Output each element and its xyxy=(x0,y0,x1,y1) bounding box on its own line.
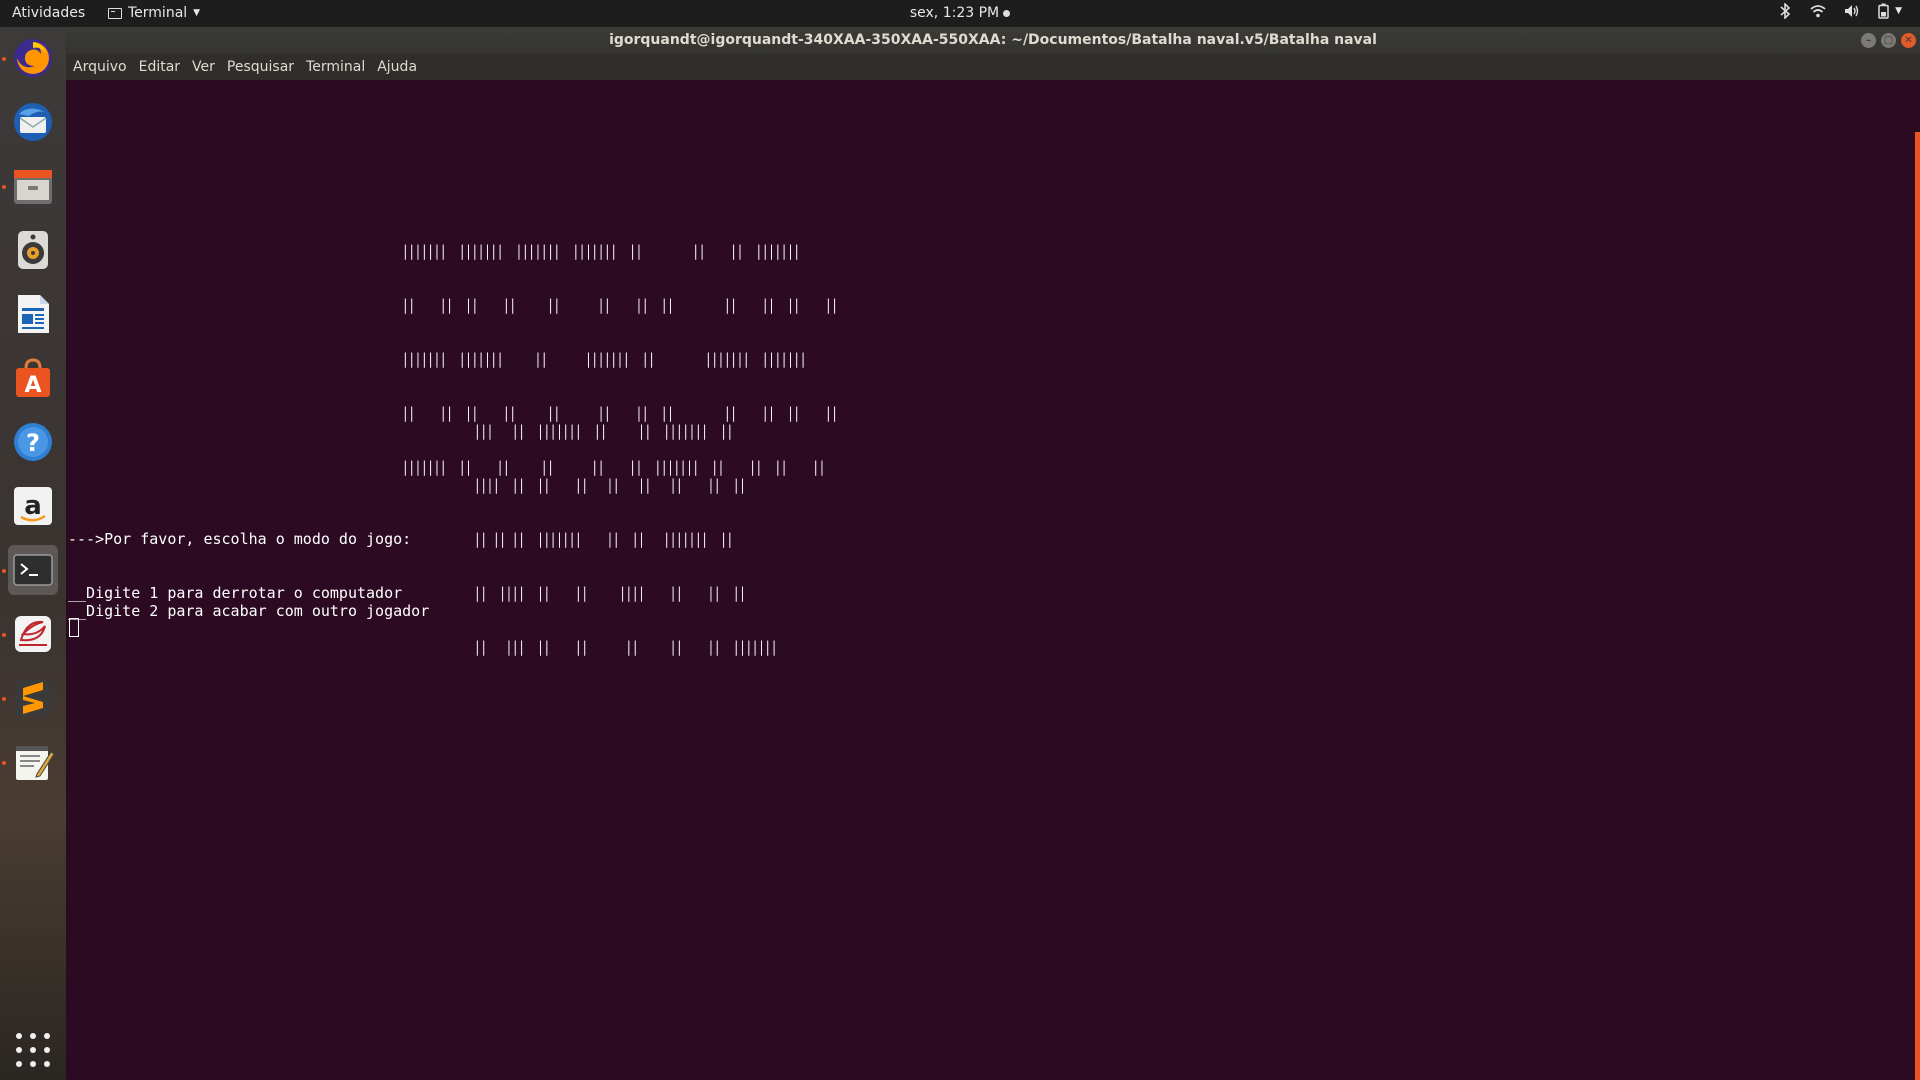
running-indicator xyxy=(2,185,6,189)
dock-item-amazon[interactable]: a xyxy=(8,481,58,531)
show-applications-icon[interactable] xyxy=(14,1031,52,1069)
svg-text:A: A xyxy=(24,373,41,398)
banner-line: || || || || || || || || || || || || xyxy=(402,296,838,314)
dock-item-document-viewer[interactable] xyxy=(8,609,58,659)
chevron-down-icon: ▼ xyxy=(193,8,201,18)
dock-item-writer[interactable] xyxy=(8,289,58,339)
app-menu[interactable]: Terminal ▼ xyxy=(108,5,200,21)
running-indicator xyxy=(2,697,6,701)
software-center-icon: A xyxy=(16,358,50,398)
dock-item-files[interactable] xyxy=(8,161,58,211)
menu-terminal[interactable]: Terminal xyxy=(306,59,365,75)
notification-dot-icon xyxy=(1003,9,1011,17)
dock-item-sublime[interactable] xyxy=(8,673,58,723)
running-indicator xyxy=(2,569,6,573)
battery-icon[interactable]: ▼ xyxy=(1878,3,1902,19)
option-line: __Digite 2 para acabar com outro jogador xyxy=(68,602,430,620)
maximize-icon[interactable]: □ xyxy=(1881,33,1896,48)
banner-line: || ||| || || || || || ||||||| xyxy=(474,638,778,656)
svg-text:a: a xyxy=(24,491,42,521)
banner-naval: ||| || ||||||| || || ||||||| || |||| || … xyxy=(474,386,777,692)
scrollbar[interactable] xyxy=(1915,132,1920,1080)
running-indicator xyxy=(2,633,6,637)
dock-item-terminal[interactable] xyxy=(8,545,58,595)
activities-button[interactable]: Atividades xyxy=(12,5,85,21)
menubar: Arquivo Editar Ver Pesquisar Terminal Aj… xyxy=(66,54,1920,80)
evince-icon xyxy=(15,616,51,652)
sublime-text-icon xyxy=(15,680,51,716)
text-cursor xyxy=(69,618,79,637)
minimize-icon[interactable]: – xyxy=(1861,33,1876,48)
firefox-icon xyxy=(14,39,52,77)
dock: A ? a xyxy=(0,27,66,1080)
system-tray[interactable]: ▼ xyxy=(1778,3,1902,19)
clock-label: sex, 1:23 PM xyxy=(909,5,1000,21)
help-icon: ? xyxy=(14,423,52,461)
top-panel: Atividades Terminal ▼ sex, 1:23 PM ▼ xyxy=(0,0,1920,27)
terminal-icon xyxy=(13,554,53,586)
terminal-output[interactable]: ||||||| ||||||| ||||||| ||||||| || || ||… xyxy=(66,80,1920,1080)
close-icon[interactable]: ✕ xyxy=(1901,33,1916,48)
running-indicator xyxy=(2,57,6,61)
banner-line: ||||||| ||||||| || ||||||| || ||||||| ||… xyxy=(402,350,807,368)
dock-item-help[interactable]: ? xyxy=(8,417,58,467)
terminal-small-icon xyxy=(108,7,122,19)
text-editor-icon xyxy=(16,746,55,780)
volume-icon[interactable] xyxy=(1844,4,1860,18)
chevron-down-icon: ▼ xyxy=(1895,6,1902,16)
banner-line: |||| || || || || || || || || xyxy=(474,476,746,494)
dock-item-rhythmbox[interactable] xyxy=(8,225,58,275)
menu-arquivo[interactable]: Arquivo xyxy=(73,59,127,75)
banner-line: || |||| || || |||| || || || xyxy=(474,584,746,602)
window-titlebar[interactable]: igorquandt@igorquandt-340XAA-350XAA-550X… xyxy=(66,27,1920,54)
menu-ver[interactable]: Ver xyxy=(192,59,215,75)
rhythmbox-icon xyxy=(18,231,48,269)
dock-item-software[interactable]: A xyxy=(8,353,58,403)
dock-item-thunderbird[interactable] xyxy=(8,97,58,147)
menu-ajuda[interactable]: Ajuda xyxy=(377,59,417,75)
menu-editar[interactable]: Editar xyxy=(139,59,180,75)
files-icon xyxy=(14,170,52,204)
banner-line: ||||||| ||||||| ||||||| ||||||| || || ||… xyxy=(402,242,800,260)
clock[interactable]: sex, 1:23 PM xyxy=(909,5,1011,21)
thunderbird-icon xyxy=(14,103,52,141)
banner-line: || || || ||||||| || || ||||||| || xyxy=(474,530,733,548)
option-line: __Digite 1 para derrotar o computador xyxy=(68,584,403,602)
running-indicator xyxy=(2,761,6,765)
menu-pesquisar[interactable]: Pesquisar xyxy=(227,59,294,75)
window-title: igorquandt@igorquandt-340XAA-350XAA-550X… xyxy=(609,32,1377,48)
dock-item-text-editor[interactable] xyxy=(8,737,58,787)
bluetooth-icon[interactable] xyxy=(1778,3,1792,19)
app-menu-label: Terminal xyxy=(128,5,188,21)
dock-item-firefox[interactable] xyxy=(8,33,58,83)
prompt-line: --->Por favor, escolha o modo do jogo: xyxy=(68,530,412,548)
wifi-icon[interactable] xyxy=(1810,4,1826,18)
svg-text:?: ? xyxy=(26,429,40,457)
banner-line: ||| || ||||||| || || ||||||| || xyxy=(474,422,733,440)
amazon-icon: a xyxy=(14,487,52,525)
libreoffice-writer-icon xyxy=(18,295,49,333)
